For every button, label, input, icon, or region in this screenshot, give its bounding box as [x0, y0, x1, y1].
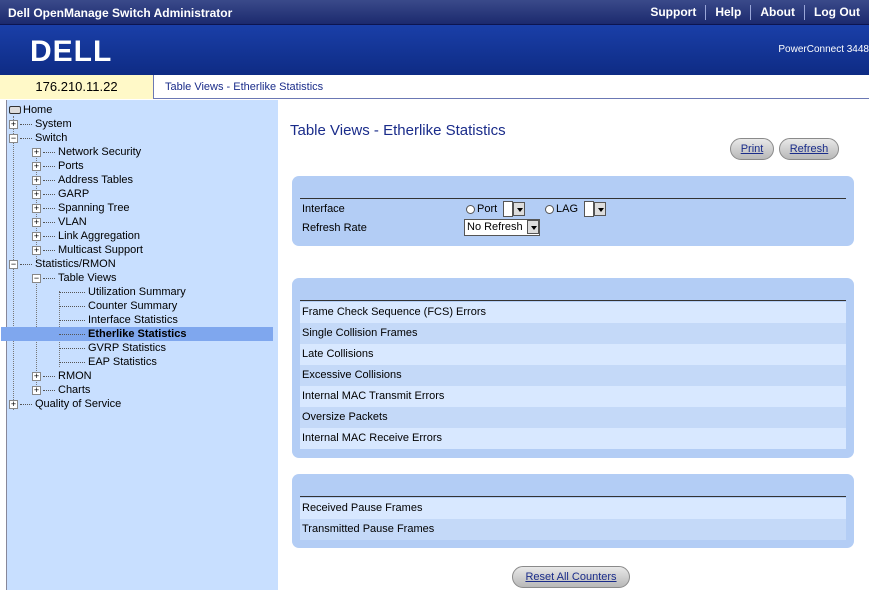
tree-item-system[interactable]: + System: [9, 117, 72, 131]
counter-row: Transmitted Pause Frames: [300, 519, 846, 540]
expand-icon[interactable]: +: [32, 371, 41, 381]
interface-row: Interface Port LAG: [300, 200, 846, 218]
tree-item-multicast-support[interactable]: + Multicast Support: [32, 243, 143, 257]
home-icon: [9, 106, 21, 115]
help-link[interactable]: Help: [705, 5, 750, 20]
counter-row: Excessive Collisions: [300, 365, 846, 386]
tree-item-garp[interactable]: + GARP: [32, 187, 89, 201]
lag-option[interactable]: LAG: [545, 200, 607, 218]
port-radio[interactable]: [466, 204, 475, 214]
tree-item-etherlike-statistics[interactable]: Etherlike Statistics: [1, 327, 273, 341]
collapse-icon[interactable]: −: [32, 273, 41, 283]
address-bar: 176.210.11.22 Table Views - Etherlike St…: [0, 75, 869, 99]
dell-logo: DELL: [30, 35, 113, 68]
tree-item-rmon[interactable]: + RMON: [32, 369, 92, 383]
pause-frames-panel: Received Pause Frames Transmitted Pause …: [292, 474, 854, 548]
navigation-tree: Home + System − Switch + Network Security +…: [1, 100, 278, 590]
tree-item-table-views[interactable]: − Table Views: [32, 271, 117, 285]
counter-row: Late Collisions: [300, 344, 846, 365]
expand-icon[interactable]: +: [9, 119, 18, 129]
interface-panel: Interface Port LAG Refresh Rate No Refre…: [292, 176, 854, 246]
page-title: Table Views - Etherlike Statistics: [290, 122, 506, 139]
lag-dropdown-icon[interactable]: [594, 202, 607, 217]
counter-row: Oversize Packets: [300, 407, 846, 428]
tree-item-utilization-summary[interactable]: Utilization Summary: [59, 285, 186, 299]
expand-icon[interactable]: +: [32, 147, 41, 157]
tree-item-interface-statistics[interactable]: Interface Statistics: [59, 313, 178, 327]
counter-row: Received Pause Frames: [300, 498, 846, 519]
tree-item-switch[interactable]: − Switch: [9, 131, 67, 145]
expand-icon[interactable]: +: [32, 203, 41, 213]
tree-item-counter-summary[interactable]: Counter Summary: [59, 299, 177, 313]
tree-item-ports[interactable]: + Ports: [32, 159, 84, 173]
tree-item-statistics-rmon[interactable]: − Statistics/RMON: [9, 257, 116, 271]
collapse-icon[interactable]: −: [9, 133, 18, 143]
lag-select[interactable]: [584, 201, 595, 218]
expand-icon[interactable]: +: [32, 217, 41, 227]
counter-row: Single Collision Frames: [300, 323, 846, 344]
counter-row: Frame Check Sequence (FCS) Errors: [300, 302, 846, 323]
divider: [300, 198, 846, 199]
refresh-rate-row: Refresh Rate No Refresh: [300, 219, 846, 237]
collapse-icon[interactable]: −: [9, 259, 18, 269]
tree-item-spanning-tree[interactable]: + Spanning Tree: [32, 201, 130, 215]
port-select[interactable]: [503, 201, 514, 218]
app-title: Dell OpenManage Switch Administrator: [8, 6, 233, 20]
print-button[interactable]: Print: [730, 138, 774, 160]
expand-icon[interactable]: +: [32, 245, 41, 255]
tree-item-charts[interactable]: + Charts: [32, 383, 90, 397]
lag-radio[interactable]: [545, 204, 554, 214]
about-link[interactable]: About: [750, 5, 804, 20]
refresh-button[interactable]: Refresh: [779, 138, 839, 160]
expand-icon[interactable]: +: [32, 161, 41, 171]
chevron-down-icon[interactable]: [527, 220, 539, 234]
counters-panel: Frame Check Sequence (FCS) Errors Single…: [292, 278, 854, 458]
divider: [300, 300, 846, 301]
support-link[interactable]: Support: [641, 5, 705, 20]
expand-icon[interactable]: +: [32, 231, 41, 241]
expand-icon[interactable]: +: [32, 175, 41, 185]
top-bar: Dell OpenManage Switch Administrator Sup…: [0, 0, 869, 25]
expand-icon[interactable]: +: [9, 399, 18, 409]
reset-all-counters-button[interactable]: Reset All Counters: [512, 566, 630, 588]
expand-icon[interactable]: +: [32, 189, 41, 199]
top-links: Support Help About Log Out: [641, 0, 869, 25]
brand-banner: DELL PowerConnect 3448: [0, 25, 869, 75]
tree-item-network-security[interactable]: + Network Security: [32, 145, 141, 159]
expand-icon[interactable]: +: [32, 385, 41, 395]
refresh-rate-label: Refresh Rate: [302, 222, 367, 234]
tree-item-eap-statistics[interactable]: EAP Statistics: [59, 355, 157, 369]
tree-item-vlan[interactable]: + VLAN: [32, 215, 87, 229]
port-option[interactable]: Port: [466, 200, 526, 218]
tree-item-home[interactable]: Home: [9, 103, 52, 117]
divider: [300, 496, 846, 497]
tree-item-gvrp-statistics[interactable]: GVRP Statistics: [59, 341, 166, 355]
tree-item-address-tables[interactable]: + Address Tables: [32, 173, 133, 187]
refresh-rate-select[interactable]: No Refresh: [464, 219, 540, 236]
main-content: Table Views - Etherlike Statistics Print…: [278, 100, 869, 590]
port-dropdown-icon[interactable]: [513, 202, 526, 217]
breadcrumb: Table Views - Etherlike Statistics: [165, 81, 324, 93]
tree-item-quality-of-service[interactable]: + Quality of Service: [9, 397, 121, 411]
counter-row: Internal MAC Transmit Errors: [300, 386, 846, 407]
tree-item-link-aggregation[interactable]: + Link Aggregation: [32, 229, 140, 243]
logout-link[interactable]: Log Out: [804, 5, 869, 20]
product-model: PowerConnect 3448: [778, 44, 869, 55]
counter-row: Internal MAC Receive Errors: [300, 428, 846, 449]
device-ip: 176.210.11.22: [0, 75, 154, 99]
interface-label: Interface: [302, 203, 345, 215]
